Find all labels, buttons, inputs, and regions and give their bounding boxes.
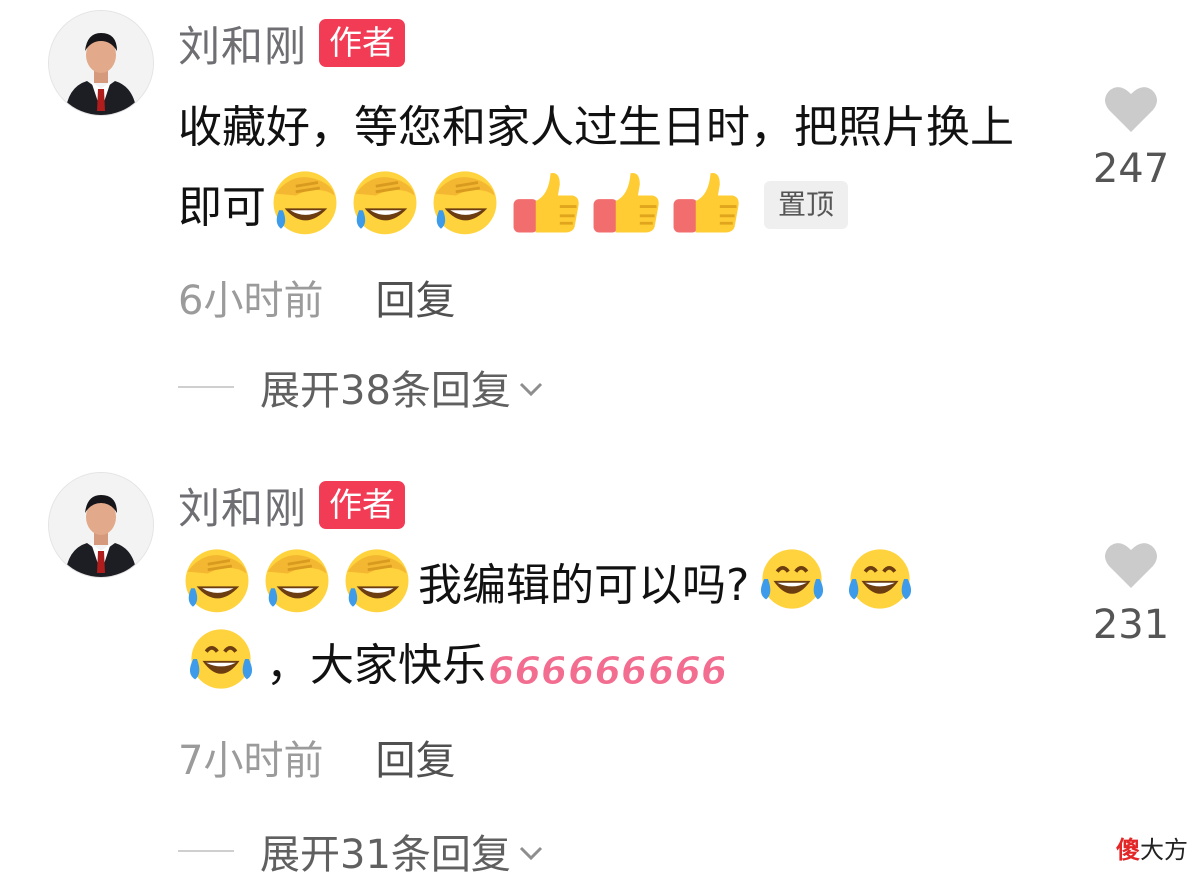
like-count: 247 xyxy=(1092,146,1170,192)
divider-line xyxy=(178,850,234,852)
tears-of-joy-emoji xyxy=(837,542,923,616)
like-count: 231 xyxy=(1092,602,1170,648)
watermark: 傻大方 xyxy=(1116,830,1188,865)
timestamp: 6小时前 xyxy=(178,278,324,324)
heart-icon[interactable] xyxy=(1103,84,1159,134)
expand-replies-label[interactable]: 展开38条回复 xyxy=(260,358,511,416)
facepalm-laugh-emoji xyxy=(426,164,504,238)
username[interactable]: 刘和刚 xyxy=(178,13,307,74)
facepalm-laugh-emoji xyxy=(258,542,336,616)
watermark-red-char: 傻 xyxy=(1116,836,1140,864)
chevron-down-icon[interactable] xyxy=(517,379,545,399)
username[interactable]: 刘和刚 xyxy=(178,475,307,536)
avatar[interactable] xyxy=(48,472,154,578)
number-666-emoji: 666 xyxy=(486,636,565,696)
divider-line xyxy=(178,386,234,388)
thumbs-up-emoji xyxy=(586,164,664,238)
comment-meta: 7小时前 回复 xyxy=(178,728,455,786)
tears-of-joy-emoji xyxy=(749,542,835,616)
person-avatar-icon xyxy=(49,11,153,115)
reply-button[interactable]: 回复 xyxy=(375,728,455,786)
facepalm-laugh-emoji xyxy=(178,542,256,616)
author-badge: 作者 xyxy=(319,19,406,67)
avatar[interactable] xyxy=(48,10,154,116)
facepalm-laugh-emoji xyxy=(338,542,416,616)
thumbs-up-emoji xyxy=(666,164,744,238)
facepalm-laugh-emoji xyxy=(266,164,344,238)
pinned-badge: 置顶 xyxy=(764,181,849,229)
comment-header: 刘和刚 作者 xyxy=(178,13,406,74)
chevron-down-icon[interactable] xyxy=(517,843,545,863)
number-666-text: 666 xyxy=(568,649,644,693)
number-666-text: 666 xyxy=(648,649,724,693)
comment-text-content: 我编辑的可以吗? xyxy=(418,560,750,611)
expand-replies[interactable]: 展开31条回复 xyxy=(178,822,545,880)
reply-button[interactable]: 回复 xyxy=(375,268,455,326)
number-666-emoji: 666 xyxy=(646,636,725,696)
number-666-emoji: 666 xyxy=(566,636,645,696)
timestamp: 7小时前 xyxy=(178,738,324,784)
thumbs-up-emoji xyxy=(506,164,584,238)
watermark-text: 大方 xyxy=(1140,836,1188,864)
heart-icon[interactable] xyxy=(1103,540,1159,590)
comment-text: 我编辑的可以吗? ，大家快乐 666 666 666 xyxy=(178,542,1048,702)
comment-header: 刘和刚 作者 xyxy=(178,475,406,536)
like-button[interactable]: 231 xyxy=(1088,540,1174,648)
like-button[interactable]: 247 xyxy=(1088,84,1174,192)
expand-replies-label[interactable]: 展开31条回复 xyxy=(260,822,511,880)
person-avatar-icon xyxy=(49,473,153,577)
facepalm-laugh-emoji xyxy=(346,164,424,238)
comment-text: 收藏好，等您和家人过生日时，把照片换上即可 置顶 xyxy=(178,92,1048,244)
comment-meta: 6小时前 回复 xyxy=(178,268,455,326)
number-666-text: 666 xyxy=(488,649,564,693)
author-badge: 作者 xyxy=(319,481,406,529)
tears-of-joy-emoji xyxy=(178,622,264,696)
comment-text-content-2: ，大家快乐 xyxy=(266,640,486,691)
expand-replies[interactable]: 展开38条回复 xyxy=(178,358,545,416)
